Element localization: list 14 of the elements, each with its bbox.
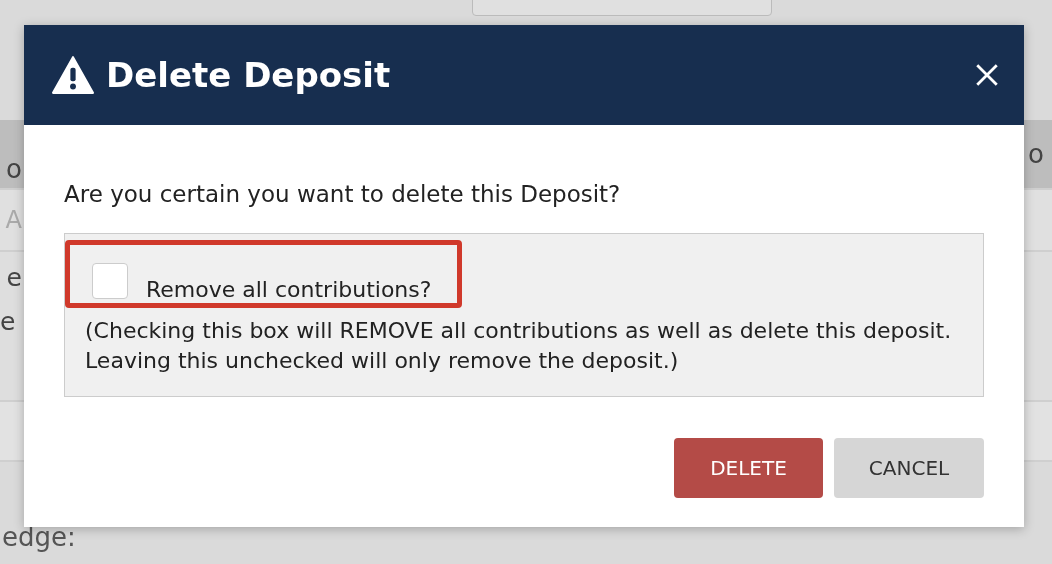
field-label: edge: — [2, 522, 76, 552]
cancel-button[interactable]: CANCEL — [834, 438, 984, 498]
dialog-title: Delete Deposit — [106, 55, 392, 95]
column-header: o — [6, 154, 23, 184]
warning-icon — [52, 56, 94, 94]
close-button[interactable] — [974, 62, 1000, 88]
checkbox[interactable] — [92, 263, 128, 299]
column-header: o — [1028, 139, 1045, 169]
table-cell-text: e — [6, 262, 23, 294]
checkbox-label: Remove all contributions? — [146, 277, 432, 303]
table-cell-text: e — [0, 306, 17, 338]
option-note: (Checking this box will REMOVE all contributions as well as delete this deposit. Leaving this unchecked will only remove the deposit.) — [85, 317, 953, 375]
delete-button[interactable]: DELETE — [674, 438, 823, 498]
confirmation-question: Are you certain you want to delete this Deposit? — [64, 180, 622, 209]
